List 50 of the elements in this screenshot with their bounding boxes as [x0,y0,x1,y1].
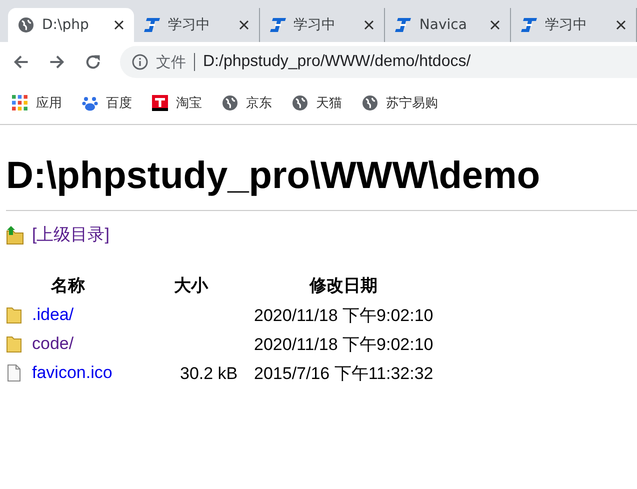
info-icon [132,54,148,70]
browser-tab[interactable]: 学习中 [134,8,260,42]
modified-date: 2020/11/18 下午9:02:10 [254,306,434,325]
browser-tab[interactable]: 学习中 [511,8,637,42]
close-icon[interactable] [364,20,374,30]
column-header[interactable]: 名称 [51,276,85,295]
parent-directory-link[interactable]: [上级目录] [32,223,110,246]
browser-tab[interactable]: 学习中 [260,8,386,42]
bookmark-item[interactable]: 苏宁易购 [362,94,438,112]
file-icon [6,364,22,382]
logo-icon [395,17,412,33]
bookmark-item[interactable]: 淘宝 [152,94,202,112]
folder-icon [6,335,22,353]
paw-icon [82,95,98,111]
bookmark-item[interactable]: 京东 [222,94,272,112]
browser-tab[interactable]: D:\php [8,8,134,42]
modified-date: 2015/7/16 下午11:32:32 [254,364,434,383]
modified-date: 2020/11/18 下午9:02:10 [254,335,434,354]
globe-icon [18,17,34,33]
logo-icon [270,17,286,33]
logo-icon [144,17,160,33]
url-text: D:/phpstudy_pro/WWW/demo/htdocs/ [203,53,471,71]
bookmark-item[interactable]: 天猫 [292,94,342,112]
file-link[interactable]: favicon.ico [32,363,112,383]
close-icon[interactable] [114,20,124,30]
column-header[interactable]: 大小 [174,276,208,295]
close-icon[interactable] [238,20,249,30]
t-logo-icon [152,95,168,111]
apps-grid-icon [12,95,28,111]
back-arrow-icon[interactable] [12,53,30,71]
forward-arrow-icon[interactable] [48,53,66,71]
file-scheme-label: 文件 [156,52,186,72]
globe-icon [362,95,378,111]
bookmark-item[interactable]: 应用 [12,94,62,112]
folder-up-icon [6,224,24,244]
file-link[interactable]: code/ [32,334,74,354]
column-header[interactable]: 修改日期 [310,276,378,295]
address-bar[interactable]: 文件 D:/phpstudy_pro/WWW/demo/htdocs/ [120,46,637,78]
reload-icon[interactable] [84,53,102,71]
globe-icon [292,95,308,111]
bookmark-item[interactable]: 百度 [82,94,132,112]
browser-tab[interactable]: Navica [385,8,512,42]
folder-icon [6,306,22,324]
file-link[interactable]: .idea/ [32,305,74,325]
globe-icon [222,95,238,111]
page-heading: D:\phpstudy_pro\WWW\demo [6,155,540,198]
close-icon[interactable] [490,20,500,30]
file-size: 30.2 kB [180,364,238,382]
logo-icon [521,17,538,33]
close-icon[interactable] [616,20,626,30]
